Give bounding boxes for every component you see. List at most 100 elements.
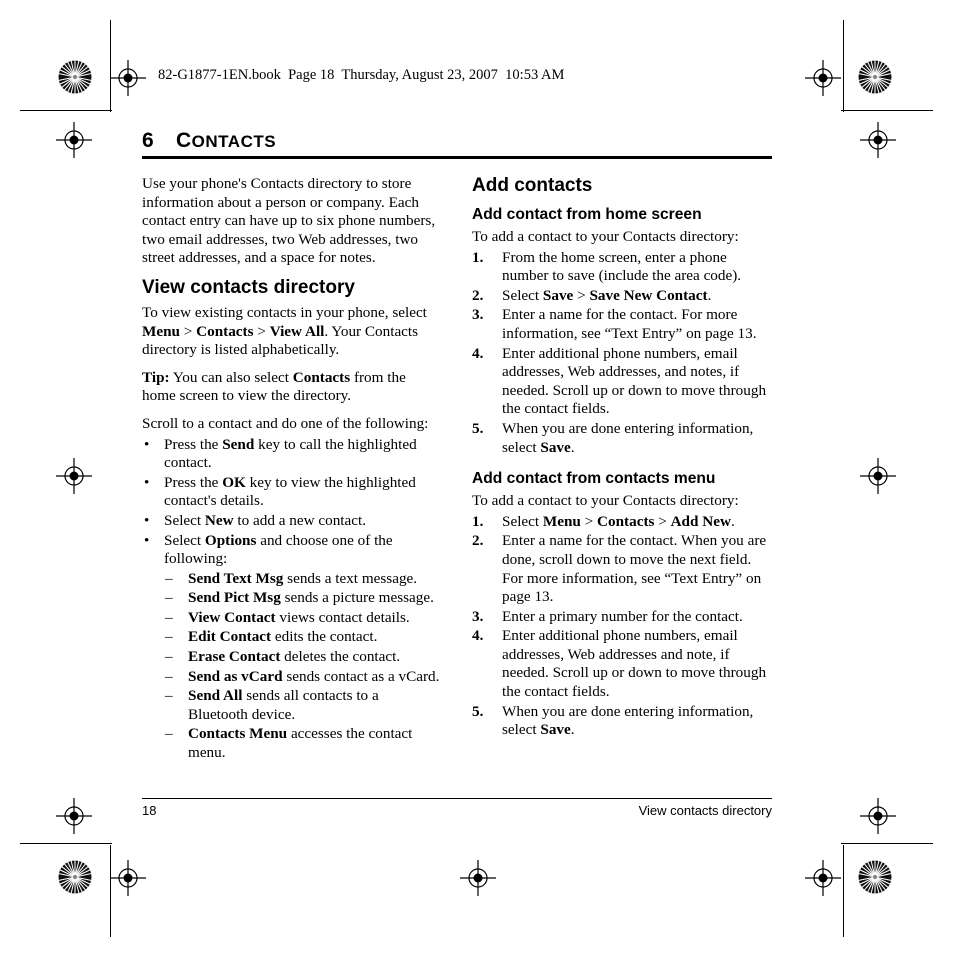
bullet-text-bold: Send xyxy=(222,435,255,453)
option-name: Erase Contact xyxy=(188,648,281,666)
option-name: View Contact xyxy=(188,608,276,626)
step-sep: > xyxy=(573,286,590,304)
chapter-number: 6 xyxy=(142,129,154,152)
bullet-text-pre: Press the xyxy=(164,435,223,453)
options-sublist-wrapper: – Send Text Msg sends a text message. – Se… xyxy=(164,570,442,763)
step-text: Enter a primary number for the contact. xyxy=(502,607,743,625)
two-column-body: Use your phone's Contacts directory to s… xyxy=(142,175,772,764)
step-number: 5. xyxy=(472,419,484,437)
add-contact-home-steps: 1. From the home screen, enter a phone nu… xyxy=(472,249,772,458)
step-number: 4. xyxy=(472,344,484,362)
bullet-icon: • xyxy=(144,473,150,491)
option-name: Send as vCard xyxy=(188,667,283,685)
trim-line-bottom-right xyxy=(841,843,933,844)
option-name: Contacts Menu xyxy=(188,725,288,743)
step-text: From the home screen, enter a phone numb… xyxy=(502,248,742,285)
page-footer: 18 View contacts directory xyxy=(142,798,772,819)
trim-line-right-bottom xyxy=(843,845,844,937)
dash-icon: – xyxy=(165,589,173,607)
bullet-text-bold: New xyxy=(204,511,234,529)
dash-icon: – xyxy=(165,687,173,705)
save-term: Save xyxy=(540,438,571,456)
step-sep-1: > xyxy=(580,512,598,530)
option-description: deletes the contact. xyxy=(280,648,401,666)
footer-row: 18 View contacts directory xyxy=(142,803,772,819)
registration-mark-top-right-inner xyxy=(805,60,841,96)
list-item: 4. Enter additional phone numbers, email … xyxy=(472,627,772,701)
list-item: – Erase Contact deletes the contact. xyxy=(164,648,442,667)
chapter-title-remainder: ONTACTS xyxy=(191,132,277,151)
list-item: • Press the OK key to view the highlighte… xyxy=(142,474,442,511)
step-text: Enter a name for the contact. For more i… xyxy=(502,306,757,342)
registration-mark-page-bottom-right xyxy=(860,798,896,834)
bullet-text-bold: Options xyxy=(204,531,257,549)
list-item: 2. Enter a name for the contact. When you… xyxy=(472,532,772,606)
step-number: 3. xyxy=(472,607,484,625)
bullet-icon: • xyxy=(144,511,150,529)
step-sep-2: > xyxy=(654,512,671,530)
list-item: • Select Options and choose one of the fo… xyxy=(142,532,442,569)
step-number: 4. xyxy=(472,627,484,645)
heading-add-contact-home-screen: Add contact from home screen xyxy=(472,206,702,223)
add-new-term: Add New xyxy=(670,512,731,530)
contacts-term: Contacts xyxy=(196,322,254,340)
bullet-text-pre: Press the xyxy=(164,473,223,491)
list-item: 4. Enter additional phone numbers, email … xyxy=(472,345,772,419)
add-home-intro: To add a contact to your Contacts direct… xyxy=(472,228,739,245)
menu-term: Menu xyxy=(542,512,581,530)
step-text-post: . xyxy=(730,512,735,530)
option-description: sends a picture message. xyxy=(280,589,434,607)
list-item: 2. Select Save > Save New Contact. xyxy=(472,287,772,306)
list-item: – Contacts Menu accesses the contact menu… xyxy=(164,725,442,762)
menu-term: Menu xyxy=(142,322,180,340)
option-name: Send Text Msg xyxy=(188,569,284,587)
registration-mark-page-bottom-left xyxy=(56,798,92,834)
step-text: Enter additional phone numbers, email ad… xyxy=(502,344,767,418)
save-term: Save xyxy=(540,721,571,739)
list-item: 3. Enter a primary number for the contact… xyxy=(472,608,772,627)
footer-rule xyxy=(142,798,772,799)
trim-line-left-bottom xyxy=(110,845,111,937)
dash-icon: – xyxy=(165,628,173,646)
step-text-post: . xyxy=(707,286,712,304)
dash-icon: – xyxy=(165,725,173,743)
option-description: edits the contact. xyxy=(271,628,378,646)
list-item: • Press the Send key to call the highligh… xyxy=(142,436,442,473)
list-item: – View Contact views contact details. xyxy=(164,609,442,628)
step-number: 5. xyxy=(472,702,484,720)
tip-text-1: You can also select xyxy=(169,368,293,386)
add-menu-intro: To add a contact to your Contacts direct… xyxy=(472,492,739,510)
list-item: – Send Pict Msg sends a picture message. xyxy=(164,589,442,608)
tip-paragraph: Tip: You can also select Contacts from t… xyxy=(142,369,442,406)
book-file-header: 82-G1877-1EN.book Page 18 Thursday, Augu… xyxy=(158,67,565,83)
option-description: views contact details. xyxy=(275,608,410,626)
list-item: 5. When you are done entering information… xyxy=(472,703,772,740)
sep-2: > xyxy=(253,322,270,340)
step-number: 3. xyxy=(472,306,484,324)
contact-actions-list: • Press the Send key to call the highligh… xyxy=(142,436,442,569)
tip-contacts-term: Contacts xyxy=(292,368,351,386)
list-item: 1. From the home screen, enter a phone nu… xyxy=(472,249,772,286)
star-target-mark-bottom-left xyxy=(58,860,92,894)
trim-line-right-top xyxy=(843,20,844,112)
sep-1: > xyxy=(179,322,197,340)
star-target-mark-top-left xyxy=(58,60,92,94)
intro-paragraph: Use your phone's Contacts directory to s… xyxy=(142,175,436,267)
save-term: Save xyxy=(542,286,574,304)
registration-mark-top-left-inner xyxy=(110,60,146,96)
tip-label: Tip: xyxy=(142,368,170,386)
trim-line-top-left xyxy=(20,110,112,111)
registration-mark-page-top-right xyxy=(860,122,896,158)
step-number: 1. xyxy=(472,512,484,530)
step-text-pre: Select xyxy=(502,512,543,530)
options-menu-list: – Send Text Msg sends a text message. – Se… xyxy=(164,570,442,763)
dash-icon: – xyxy=(165,569,173,587)
step-text: Enter a name for the contact. When you a… xyxy=(502,532,767,606)
bullet-text-pre: Select xyxy=(164,511,205,529)
bullet-text-pre: Select xyxy=(164,531,205,549)
step-number: 2. xyxy=(472,532,484,550)
page-content: 6 CONTACTS Use your phone's Contacts dir… xyxy=(142,130,772,764)
bullet-text-post: to add a new contact. xyxy=(233,511,367,529)
right-column: Add contacts Add contact from home scree… xyxy=(472,175,772,764)
star-target-mark-bottom-right xyxy=(858,860,892,894)
